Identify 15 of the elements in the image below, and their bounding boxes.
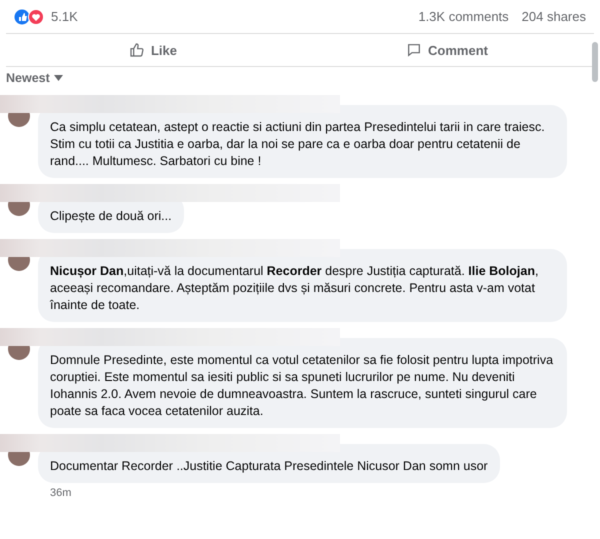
comment-text: Domnule Presedinte, este momentul ca votul cetatenilor sa fie folosit pentru lupta impotriva coruptiei. Este momentul sa iesiti public si sa spuneti lucrurilor pe nume. Nu deveniti Iohannis 2.0. Avem nevoie de dumneavoastra. Suntem la rascruce, sunteti singurul care poate sa faca vocea cetatenilor auzita.: [38, 338, 567, 428]
caret-icon: [54, 75, 63, 81]
share-count[interactable]: 204 shares: [522, 9, 586, 24]
comment-time[interactable]: 36m: [50, 487, 600, 499]
comment-text: Ca simplu cetatean, astept o reactie si actiuni din partea Presedintelui tarii in care traiesc. Stim cu totii ca Justitia e oarba, dar la noi se pare ca e oarba doar pentru cetatenii de rand.... Multumesc. Sarbatori cu bine !: [38, 105, 567, 178]
comment-button[interactable]: Comment: [300, 34, 594, 66]
scrollbar[interactable]: [592, 42, 598, 82]
sort-dropdown[interactable]: Newest: [0, 67, 69, 89]
comment-text: Nicușor Dan,uitați-vă la documentarul Recorder despre Justiția capturată. Ilie Bolojan, aceeași recomandare. Așteptăm pozițiile dvs și măsuri concrete. Pentru asta v-am votat înainte de toate.: [38, 249, 567, 322]
like-button[interactable]: Like: [6, 34, 300, 66]
thumbs-up-icon: [128, 42, 145, 58]
reaction-count[interactable]: 5.1K: [51, 9, 78, 24]
reaction-icons: [14, 8, 46, 24]
comment-count[interactable]: 1.3K comments: [418, 9, 509, 24]
speech-bubble-icon: [406, 42, 422, 58]
